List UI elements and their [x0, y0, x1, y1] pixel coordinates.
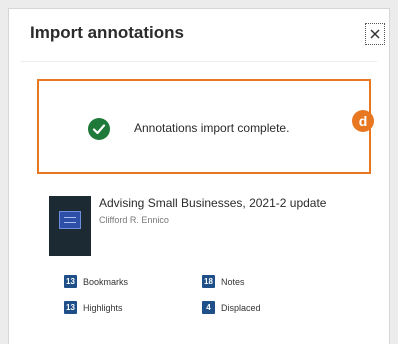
close-button[interactable]	[365, 23, 385, 45]
book-author: Clifford R. Ennico	[99, 215, 169, 225]
bookmarks-stat: 13 Bookmarks	[64, 275, 128, 288]
displaced-count-badge: 4	[202, 301, 215, 314]
callout-marker-badge: d	[352, 110, 374, 132]
displaced-label: Displaced	[221, 302, 261, 313]
dialog-header: Import annotations	[9, 9, 389, 61]
cover-graphic	[59, 211, 81, 229]
bookmarks-count-badge: 13	[64, 275, 77, 288]
book-title: Advising Small Businesses, 2021-2 update	[99, 196, 327, 210]
notes-count-badge: 18	[202, 275, 215, 288]
import-annotations-dialog: Import annotations Annotations import co…	[8, 8, 390, 344]
import-status-box: Annotations import complete.	[37, 79, 371, 174]
displaced-stat: 4 Displaced	[202, 301, 261, 314]
notes-label: Notes	[221, 276, 245, 287]
status-message: Annotations import complete.	[134, 121, 290, 135]
highlights-count-badge: 13	[64, 301, 77, 314]
notes-stat: 18 Notes	[202, 275, 245, 288]
book-cover-image	[49, 196, 91, 256]
highlights-stat: 13 Highlights	[64, 301, 123, 314]
bookmarks-label: Bookmarks	[83, 276, 129, 287]
close-icon	[370, 29, 380, 39]
check-circle-icon	[88, 118, 110, 140]
dialog-title: Import annotations	[30, 23, 184, 42]
header-divider	[21, 61, 377, 62]
highlights-label: Highlights	[83, 302, 123, 313]
